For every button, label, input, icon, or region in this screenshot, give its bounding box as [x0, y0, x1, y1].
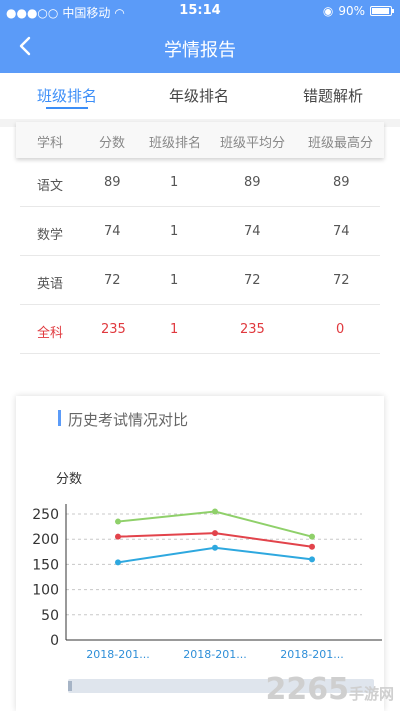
cell-rank: 1: [170, 224, 179, 239]
header-score: 分数: [99, 136, 126, 151]
history-chart-card: 历史考试情况对比 分数 0 50 100 150 200 250 2018-201... 201…: [16, 396, 384, 711]
cell-avg: 74: [244, 224, 261, 239]
tab-active-indicator: [46, 107, 88, 109]
data-point: [309, 533, 315, 540]
cell-score: 72: [104, 273, 121, 288]
data-point: [309, 543, 315, 550]
cell-avg: 235: [240, 322, 265, 337]
cell-avg: 89: [244, 175, 261, 190]
watermark-sub: 手游网: [348, 685, 394, 703]
data-point: [115, 559, 121, 566]
status-right: ◉ 90%: [322, 4, 394, 18]
tab-error-analysis[interactable]: 错题解析: [303, 85, 363, 106]
tab-grade-rank[interactable]: 年级排名: [169, 85, 229, 106]
table-row: 数学 74 1 74 74: [20, 207, 380, 256]
header-subject: 学科: [37, 136, 64, 151]
zoom-slider-handle[interactable]: [68, 681, 72, 691]
battery-icon: [370, 6, 394, 16]
cell-subject: 全科: [37, 326, 64, 341]
y-axis-label: 分数: [56, 472, 82, 487]
y-tick-label: 50: [41, 608, 59, 624]
cell-max: 74: [333, 224, 350, 239]
tab-bar: 班级排名 年级排名 错题解析: [0, 73, 400, 119]
cell-max: 72: [333, 273, 350, 288]
table-header: 学科 分数 班级排名 班级平均分 班级最高分: [16, 122, 384, 158]
cell-subject: 语文: [37, 179, 64, 194]
table-row-total: 全科 235 1 235 0: [20, 305, 380, 354]
y-tick-label: 150: [32, 557, 59, 573]
cell-score: 89: [104, 175, 121, 190]
header-class-rank: 班级排名: [149, 136, 202, 151]
status-bar: ●●●○○ 中国移动 ◠ 15:14 ◉ 90%: [0, 0, 400, 22]
x-tick-label: 2018-201...: [86, 648, 149, 661]
lock-rotation-icon: ◉: [322, 4, 334, 18]
data-point: [309, 556, 315, 563]
cell-subject: 英语: [37, 277, 64, 292]
battery-percent: 90%: [338, 4, 365, 18]
y-tick-label: 0: [50, 633, 59, 649]
table-row: 英语 72 1 72 72: [20, 256, 380, 305]
cell-max: 89: [333, 175, 350, 190]
watermark-text: 2265: [265, 672, 349, 707]
line-chart: 分数 0 50 100 150 200 250 2018-201... 2018-201... 2…: [32, 472, 382, 661]
data-point: [212, 530, 218, 537]
x-tick-label: 2018-201...: [280, 648, 343, 661]
cell-rank: 1: [170, 175, 179, 190]
cell-rank: 1: [170, 322, 179, 337]
data-point: [212, 544, 218, 551]
data-point: [115, 533, 121, 540]
data-point: [115, 518, 121, 525]
cell-rank: 1: [170, 273, 179, 288]
cell-score: 74: [104, 224, 121, 239]
y-tick-label: 200: [32, 532, 59, 548]
cell-avg: 72: [244, 273, 261, 288]
cell-max: 0: [336, 322, 345, 337]
header-class-max: 班级最高分: [308, 136, 374, 151]
x-tick-label: 2018-201...: [183, 648, 246, 661]
y-tick-label: 100: [32, 583, 59, 599]
y-tick-label: 250: [32, 507, 59, 523]
header-class-avg: 班级平均分: [220, 136, 286, 151]
cell-subject: 数学: [37, 228, 64, 243]
table-row: 语文 89 1 89 89: [20, 158, 380, 207]
cell-score: 235: [101, 322, 126, 337]
nav-bar: 学情报告: [0, 22, 400, 73]
watermark-logo: 2265手游网: [265, 672, 394, 707]
data-point: [212, 508, 218, 515]
page-title: 学情报告: [164, 40, 236, 61]
tab-class-rank[interactable]: 班级排名: [37, 85, 97, 106]
